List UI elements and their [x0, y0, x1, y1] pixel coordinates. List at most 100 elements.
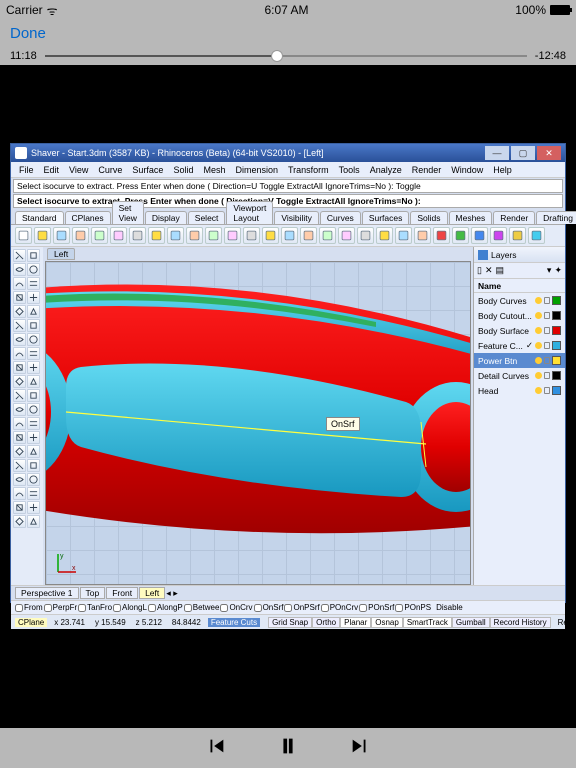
tool-icon-15[interactable] [27, 347, 40, 360]
toolbar-icon-22[interactable] [433, 227, 450, 244]
viewtab-arrows[interactable]: ◂ ▸ [166, 588, 178, 599]
record-history-pane[interactable]: Record Hi [555, 618, 565, 627]
video-scrubber[interactable]: 11:18 -12:48 [0, 47, 576, 65]
tool-icon-36[interactable] [13, 501, 26, 514]
tool-icon-12[interactable] [13, 333, 26, 346]
layer-row[interactable]: Body Curves [474, 293, 565, 308]
toolbar-icon-0[interactable] [15, 227, 32, 244]
menu-surface[interactable]: Surface [128, 165, 167, 175]
tab-select[interactable]: Select [188, 211, 226, 224]
tool-icon-25[interactable] [27, 417, 40, 430]
tool-icon-8[interactable] [13, 305, 26, 318]
tab-surfaces[interactable]: Surfaces [362, 211, 410, 224]
tab-curves[interactable]: Curves [320, 211, 361, 224]
viewport-canvas[interactable]: OnSrf yx [45, 261, 471, 585]
cplane-label[interactable]: CPlane [15, 618, 47, 627]
tab-display[interactable]: Display [145, 211, 187, 224]
lock-icon[interactable] [544, 357, 550, 364]
color-swatch[interactable] [552, 386, 561, 395]
menu-transform[interactable]: Transform [284, 165, 333, 175]
tool-icon-32[interactable] [13, 473, 26, 486]
delete-layer-icon[interactable]: ✕ [485, 265, 493, 276]
viewtab-front[interactable]: Front [106, 587, 138, 599]
bulb-icon[interactable] [535, 297, 542, 304]
tool-icon-10[interactable] [13, 319, 26, 332]
toolbar-icon-7[interactable] [148, 227, 165, 244]
toggle-osnap[interactable]: Osnap [371, 617, 403, 628]
window-titlebar[interactable]: Shaver - Start.3dm (3587 KB) - Rhinocero… [11, 144, 565, 162]
toolbar-icon-6[interactable] [129, 227, 146, 244]
lock-icon[interactable] [544, 297, 550, 304]
lock-icon[interactable] [544, 327, 550, 334]
viewtab-top[interactable]: Top [80, 587, 106, 599]
tool-icon-39[interactable] [27, 515, 40, 528]
tool-icon-1[interactable] [27, 249, 40, 262]
color-swatch[interactable] [552, 356, 561, 365]
tool-icon-16[interactable] [13, 361, 26, 374]
lock-icon[interactable] [544, 312, 550, 319]
layer-props-icon[interactable]: ▤ [496, 265, 505, 276]
tool-icon-18[interactable] [13, 375, 26, 388]
tab-drafting[interactable]: Drafting [536, 211, 576, 224]
tool-icon-2[interactable] [13, 263, 26, 276]
osnap-disable[interactable]: Disable [436, 603, 463, 612]
done-button[interactable]: Done [10, 25, 46, 42]
tool-icon-26[interactable] [13, 431, 26, 444]
bulb-icon[interactable] [535, 342, 542, 349]
color-swatch[interactable] [552, 371, 561, 380]
toolbar-icon-8[interactable] [167, 227, 184, 244]
scrub-track[interactable] [45, 55, 527, 57]
osnap-ponsrf[interactable]: POnSrf [359, 603, 394, 612]
osnap-oncrv[interactable]: OnCrv [220, 603, 252, 612]
osnap-perpfr[interactable]: PerpFr [44, 603, 77, 612]
toggle-ortho[interactable]: Ortho [312, 617, 340, 628]
color-swatch[interactable] [552, 341, 561, 350]
tool-icon-9[interactable] [27, 305, 40, 318]
tool-icon-17[interactable] [27, 361, 40, 374]
new-layer-icon[interactable]: ▯ [477, 265, 482, 276]
tool-icon-30[interactable] [13, 459, 26, 472]
layer-row[interactable]: Power Btn [474, 353, 565, 368]
maximize-button[interactable]: ▢ [511, 146, 535, 160]
tool-icon-11[interactable] [27, 319, 40, 332]
toolbar-icon-27[interactable] [528, 227, 545, 244]
toolbar-icon-24[interactable] [471, 227, 488, 244]
layer-row[interactable]: Detail Curves [474, 368, 565, 383]
menu-file[interactable]: File [15, 165, 38, 175]
color-swatch[interactable] [552, 296, 561, 305]
tool-icon-29[interactable] [27, 445, 40, 458]
tool-icon-27[interactable] [27, 431, 40, 444]
tool-icon-20[interactable] [13, 389, 26, 402]
tool-icon-38[interactable] [13, 515, 26, 528]
viewtab-left[interactable]: Left [139, 587, 165, 599]
toolbar-icon-17[interactable] [338, 227, 355, 244]
tool-icon-21[interactable] [27, 389, 40, 402]
bulb-icon[interactable] [535, 327, 542, 334]
menu-window[interactable]: Window [447, 165, 487, 175]
tool-icon-13[interactable] [27, 333, 40, 346]
toolbar-icon-1[interactable] [34, 227, 51, 244]
lock-icon[interactable] [544, 372, 550, 379]
lock-icon[interactable] [544, 387, 550, 394]
osnap-alongl[interactable]: AlongL [113, 603, 147, 612]
color-swatch[interactable] [552, 311, 561, 320]
tab-visibility[interactable]: Visibility [274, 211, 319, 224]
toolbar-icon-16[interactable] [319, 227, 336, 244]
bulb-icon[interactable] [535, 357, 542, 364]
current-layer[interactable]: Feature Cuts [208, 618, 260, 627]
toggle-planar[interactable]: Planar [340, 617, 371, 628]
osnap-onpsrf[interactable]: OnPSrf [284, 603, 319, 612]
tool-icon-33[interactable] [27, 473, 40, 486]
toolbar-icon-20[interactable] [395, 227, 412, 244]
tool-icon-7[interactable] [27, 291, 40, 304]
menu-mesh[interactable]: Mesh [199, 165, 229, 175]
scrub-thumb[interactable] [271, 50, 283, 62]
toggle-smarttrack[interactable]: SmartTrack [403, 617, 452, 628]
toolbar-icon-9[interactable] [186, 227, 203, 244]
close-button[interactable]: ✕ [537, 146, 561, 160]
lock-icon[interactable] [544, 342, 550, 349]
tab-cplanes[interactable]: CPlanes [65, 211, 111, 224]
layer-row[interactable]: Body Surface [474, 323, 565, 338]
tool-icon-6[interactable] [13, 291, 26, 304]
tool-icon-19[interactable] [27, 375, 40, 388]
